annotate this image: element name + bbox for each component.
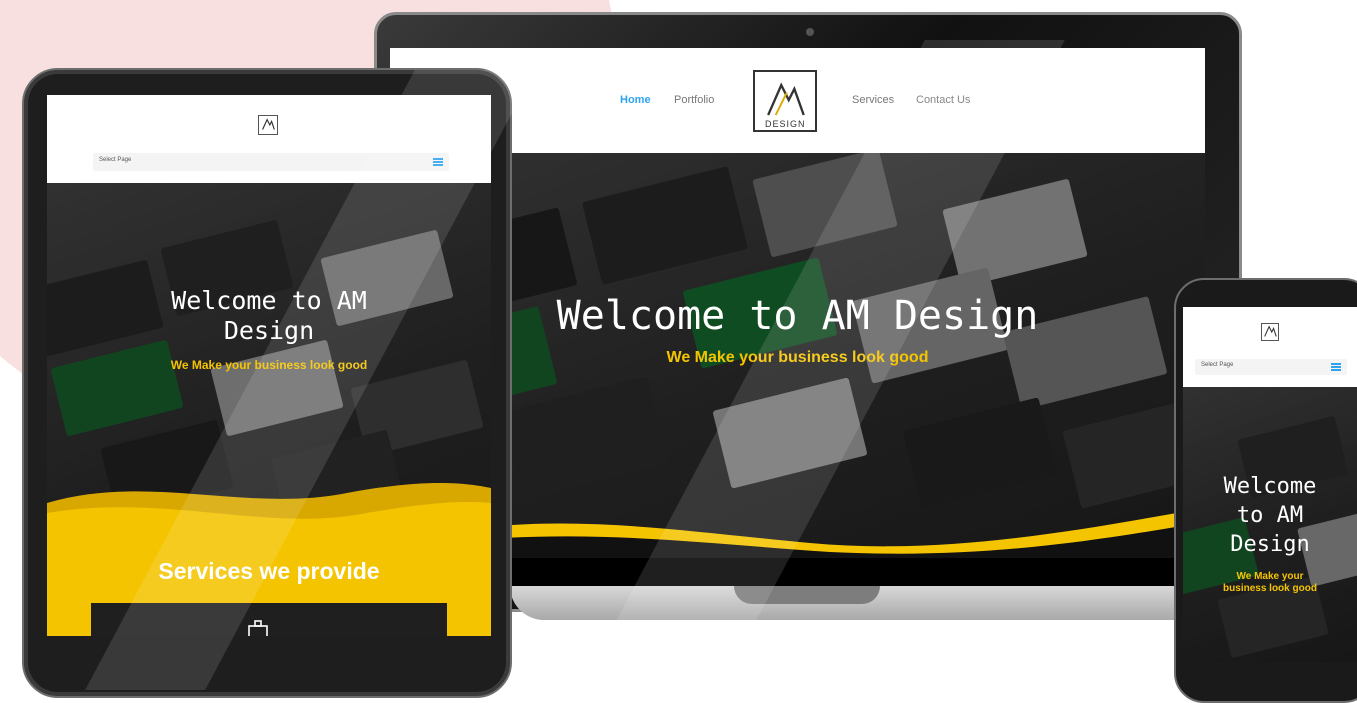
select-page-label: Select Page: [1201, 362, 1234, 368]
device-mockup-scene: Home Portfolio DESIGN Services Contact U…: [0, 0, 1357, 703]
hero-title-line2: Design: [223, 316, 315, 345]
nav-contact-link[interactable]: Contact Us: [916, 94, 970, 106]
nav-portfolio-link[interactable]: Portfolio: [674, 94, 714, 106]
service-card[interactable]: [91, 603, 447, 636]
hero-subtitle: We Make your business look good: [170, 358, 368, 372]
nav-services-link[interactable]: Services: [852, 94, 894, 106]
tablet-screen: Select Page Welcome to AM Design We Make…: [47, 95, 491, 636]
hero-title-line2: to AM: [1236, 503, 1304, 528]
select-page-label: Select Page: [99, 157, 132, 163]
hero-title-line3: Design: [1230, 532, 1310, 557]
am-design-logo[interactable]: DESIGN: [753, 70, 817, 132]
hamburger-menu-icon[interactable]: [1331, 363, 1341, 371]
logo-am-icon[interactable]: [1261, 323, 1279, 341]
logo-am-icon[interactable]: [258, 115, 278, 135]
hamburger-menu-icon[interactable]: [433, 158, 443, 166]
hero-title: Welcome to AM Design: [556, 293, 1039, 339]
laptop-site-header: Home Portfolio DESIGN Services Contact U…: [390, 48, 1205, 153]
laptop-hero-section: Welcome to AM Design We Make your busine…: [390, 153, 1205, 558]
laptop-screen: Home Portfolio DESIGN Services Contact U…: [390, 48, 1205, 586]
logo-caption: DESIGN: [765, 119, 806, 129]
nav-home-link[interactable]: Home: [620, 94, 651, 106]
laptop-trackpad-notch: [734, 586, 880, 604]
services-heading: Services we provide: [158, 558, 380, 584]
hero-title-line1: Welcome to AM: [171, 286, 367, 315]
briefcase-icon: [248, 620, 268, 636]
hero-subtitle: We Make your business look good: [666, 349, 929, 366]
phone-hero-section: Welcome to AM Design We Make your busine…: [1183, 387, 1357, 662]
select-page-dropdown[interactable]: Select Page: [93, 153, 449, 171]
select-page-dropdown[interactable]: Select Page: [1195, 359, 1347, 375]
hero-subtitle-line2: business look good: [1223, 583, 1317, 594]
phone-screen: Select Page Welcome to AM Design We Make…: [1183, 307, 1357, 662]
tablet-hero-section: Welcome to AM Design We Make your busine…: [47, 183, 491, 636]
yellow-wave-divider: [390, 508, 1205, 558]
hero-subtitle-line1: We Make your: [1236, 571, 1304, 582]
hero-title-line1: Welcome: [1223, 474, 1317, 499]
laptop-camera: [806, 28, 814, 36]
